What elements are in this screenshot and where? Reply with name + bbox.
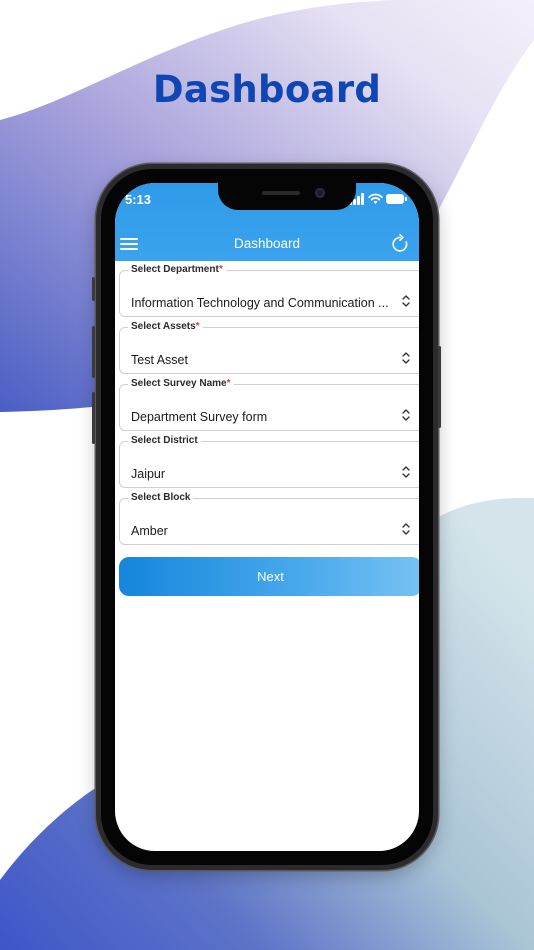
phone-volume-down [92, 392, 95, 444]
select-district-label: Select District [128, 434, 201, 448]
app-bar: 5:13 Dashboard [115, 183, 419, 261]
select-survey-name-dropdown[interactable]: Department Survey form [119, 384, 419, 431]
select-department-value: Information Technology and Communication… [131, 296, 389, 310]
chevron-up-down-icon [402, 466, 410, 478]
phone-frame: 5:13 Dashboard Information Technology an… [92, 164, 441, 870]
select-assets-value: Test Asset [131, 353, 188, 367]
select-department-label: Select Department* [128, 263, 226, 277]
select-survey-name-label: Select Survey Name* [128, 377, 234, 391]
earpiece-speaker [262, 191, 300, 195]
select-assets-label: Select Assets* [128, 320, 203, 334]
app-bar-title: Dashboard [233, 236, 301, 251]
refresh-icon[interactable] [390, 234, 410, 254]
phone-power-button [438, 346, 441, 428]
required-marker: * [218, 264, 223, 275]
next-button[interactable]: Next [119, 557, 419, 596]
select-department-dropdown[interactable]: Information Technology and Communication… [119, 270, 419, 317]
select-survey-name-value: Department Survey form [131, 410, 268, 424]
phone-notch [218, 183, 356, 210]
app-screen: 5:13 Dashboard Information Technology an… [115, 183, 419, 851]
phone-silent-switch [92, 277, 95, 301]
promo-title: Dashboard [152, 68, 382, 111]
status-time: 5:13 [125, 192, 152, 207]
phone-volume-up [92, 326, 95, 378]
wifi-icon [368, 193, 383, 204]
select-assets-dropdown[interactable]: Test Asset [119, 327, 419, 374]
chevron-up-down-icon [402, 352, 410, 364]
select-district-dropdown[interactable]: Jaipur [119, 441, 419, 488]
chevron-up-down-icon [402, 523, 410, 535]
phone-bezel: 5:13 Dashboard Information Technology an… [101, 169, 433, 865]
chevron-up-down-icon [402, 409, 410, 421]
status-icons [349, 193, 407, 205]
front-camera [315, 188, 325, 198]
select-district-value: Jaipur [131, 467, 166, 481]
required-marker: * [195, 321, 200, 332]
chevron-up-down-icon [402, 295, 410, 307]
select-block-value: Amber [131, 524, 168, 538]
select-block-dropdown[interactable]: Amber [119, 498, 419, 545]
select-block-label: Select Block [128, 491, 194, 505]
required-marker: * [226, 378, 231, 389]
